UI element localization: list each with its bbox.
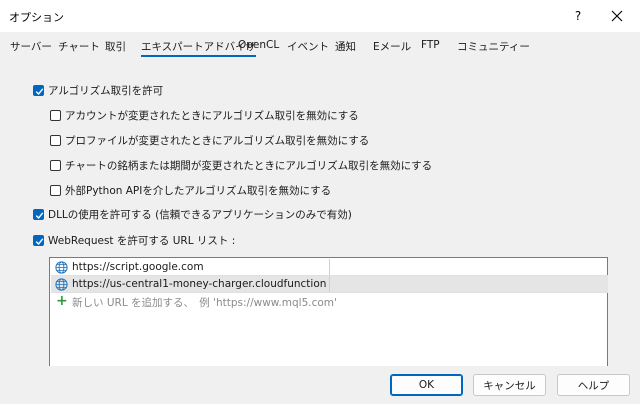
- tab-ftp[interactable]: FTP: [421, 39, 440, 51]
- url-list-item[interactable]: https://script.google.com: [51, 259, 608, 276]
- checkbox-label: アルゴリズム取引を許可: [48, 84, 164, 97]
- allow-dll-checkbox[interactable]: DLLの使用を許可する (信頼できるアプリケーションのみで有効): [33, 206, 352, 222]
- options-dialog: オプション ? サーバー チャート 取引 エキスパートアドバイザ OpenCL …: [0, 0, 640, 404]
- tab-trade[interactable]: 取引: [105, 39, 126, 54]
- allow-algo-trading-checkbox[interactable]: アルゴリズム取引を許可: [33, 82, 163, 98]
- help-question-button[interactable]: ?: [565, 6, 591, 26]
- column-divider: [329, 259, 330, 276]
- globe-icon: [55, 278, 68, 291]
- checkbox-checked-icon: [33, 84, 44, 96]
- checkbox-unchecked-icon: [50, 109, 61, 121]
- tab-notifications[interactable]: 通知: [335, 39, 356, 54]
- column-divider: [329, 276, 330, 293]
- tab-chart[interactable]: チャート: [58, 39, 100, 54]
- title-bar: オプション ?: [0, 0, 640, 32]
- checkbox-checked-icon: [33, 234, 44, 246]
- checkbox-label: DLLの使用を許可する (信頼できるアプリケーションのみで有効): [48, 208, 352, 221]
- ok-button[interactable]: OK: [390, 374, 463, 396]
- url-text: https://us-central1-money-charger.cloudf…: [72, 278, 327, 290]
- checkbox-label: プロファイルが変更されたときにアルゴリズム取引を無効にする: [65, 134, 370, 147]
- checkbox-label: チャートの銘柄または期間が変更されたときにアルゴリズム取引を無効にする: [65, 159, 433, 172]
- tab-email[interactable]: Eメール: [373, 39, 411, 54]
- checkbox-unchecked-icon: [50, 134, 61, 146]
- disable-on-symbol-change-checkbox[interactable]: チャートの銘柄または期間が変更されたときにアルゴリズム取引を無効にする: [50, 157, 432, 173]
- tab-bar: サーバー チャート 取引 エキスパートアドバイザ OpenCL イベント 通知 …: [0, 36, 640, 58]
- allow-webrequest-checkbox[interactable]: WebRequest を許可する URL リスト :: [33, 232, 235, 248]
- checkbox-label: アカウントが変更されたときにアルゴリズム取引を無効にする: [65, 109, 359, 122]
- disable-on-profile-change-checkbox[interactable]: プロファイルが変更されたときにアルゴリズム取引を無効にする: [50, 132, 369, 148]
- add-url-row[interactable]: + 新しい URL を追加する、 例 'https://www.mql5.com…: [51, 293, 608, 310]
- close-icon: [611, 10, 623, 22]
- help-button[interactable]: ヘルプ: [557, 374, 630, 396]
- tab-server[interactable]: サーバー: [10, 39, 52, 54]
- checkbox-checked-icon: [33, 208, 44, 220]
- tab-events[interactable]: イベント: [287, 39, 329, 54]
- disable-on-account-change-checkbox[interactable]: アカウントが変更されたときにアルゴリズム取引を無効にする: [50, 107, 359, 123]
- url-list-item-selected[interactable]: https://us-central1-money-charger.cloudf…: [51, 276, 608, 293]
- checkbox-unchecked-icon: [50, 184, 61, 196]
- expert-advisors-panel: アルゴリズム取引を許可 アカウントが変更されたときにアルゴリズム取引を無効にする…: [0, 60, 640, 404]
- cancel-button[interactable]: キャンセル: [473, 374, 546, 396]
- tab-community[interactable]: コミュニティー: [457, 39, 530, 54]
- close-button[interactable]: [604, 6, 630, 26]
- tab-opencl[interactable]: OpenCL: [238, 39, 279, 51]
- add-url-placeholder: 新しい URL を追加する、 例 'https://www.mql5.com': [72, 297, 337, 309]
- disable-python-api-checkbox[interactable]: 外部Python APIを介したアルゴリズム取引を無効にする: [50, 182, 331, 198]
- checkbox-label: 外部Python APIを介したアルゴリズム取引を無効にする: [65, 184, 332, 197]
- globe-icon: [55, 261, 68, 274]
- add-icon: +: [56, 293, 68, 309]
- dialog-footer: OK キャンセル ヘルプ: [0, 366, 640, 404]
- checkbox-label: WebRequest を許可する URL リスト :: [48, 234, 236, 247]
- url-text: https://script.google.com: [72, 261, 204, 273]
- window-title: オプション: [9, 11, 64, 24]
- checkbox-unchecked-icon: [50, 159, 61, 171]
